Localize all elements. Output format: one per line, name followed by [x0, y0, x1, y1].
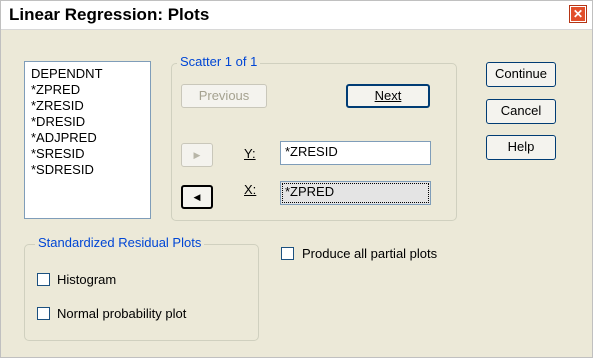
histogram-checkbox[interactable] — [37, 273, 50, 286]
partial-plots-checkbox[interactable] — [281, 247, 294, 260]
next-button-label: Next — [374, 88, 402, 103]
previous-button[interactable]: Previous — [181, 84, 267, 108]
partial-plots-label[interactable]: Produce all partial plots — [302, 246, 437, 261]
y-axis-field[interactable]: *ZRESID — [280, 141, 431, 165]
left-arrow-icon: ◀ — [193, 192, 201, 202]
variable-item[interactable]: *SDRESID — [31, 162, 144, 178]
variable-item[interactable]: *ZRESID — [31, 98, 144, 114]
variable-item[interactable]: DEPENDNT — [31, 66, 144, 82]
x-axis-field[interactable]: *ZPRED — [280, 181, 431, 205]
histogram-label[interactable]: Histogram — [57, 272, 116, 287]
continue-button[interactable]: Continue — [486, 62, 556, 87]
help-button[interactable]: Help — [486, 135, 556, 160]
residual-plots-group-label: Standardized Residual Plots — [35, 235, 205, 250]
close-icon[interactable]: ✕ — [570, 6, 586, 22]
right-arrow-icon: ▶ — [193, 150, 201, 160]
variable-item[interactable]: *ADJPRED — [31, 130, 144, 146]
variables-listbox[interactable]: DEPENDNT *ZPRED *ZRESID *DRESID *ADJPRED… — [24, 61, 151, 219]
variable-item[interactable]: *ZPRED — [31, 82, 144, 98]
variable-item[interactable]: *DRESID — [31, 114, 144, 130]
title-bar: Linear Regression: Plots ✕ — [1, 1, 592, 30]
cancel-button[interactable]: Cancel — [486, 99, 556, 124]
residual-plots-group — [24, 244, 259, 341]
window-title: Linear Regression: Plots — [9, 5, 210, 24]
linear-regression-plots-dialog: Linear Regression: Plots ✕ DEPENDNT *ZPR… — [0, 0, 593, 358]
normal-probability-checkbox[interactable] — [37, 307, 50, 320]
normal-probability-label[interactable]: Normal probability plot — [57, 306, 186, 321]
scatter-group-label: Scatter 1 of 1 — [177, 54, 261, 69]
previous-button-label: Previous — [198, 88, 250, 103]
x-axis-label: X: — [244, 182, 257, 197]
move-to-x-button[interactable]: ◀ — [181, 185, 213, 209]
move-to-y-button[interactable]: ▶ — [181, 143, 213, 167]
variable-item[interactable]: *SRESID — [31, 146, 144, 162]
y-axis-label: Y: — [244, 146, 256, 161]
next-button[interactable]: Next — [346, 84, 430, 108]
